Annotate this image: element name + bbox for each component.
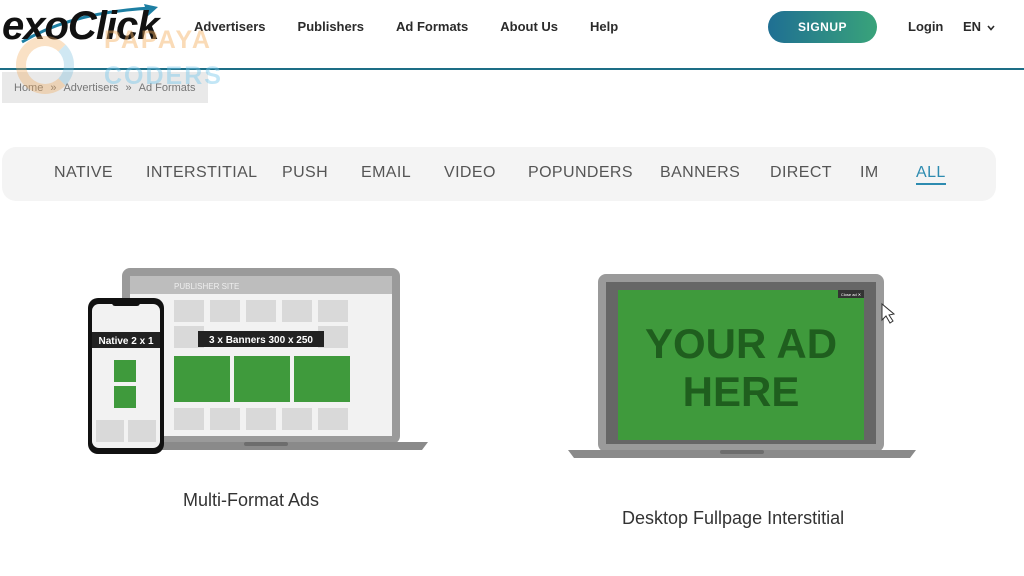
tab-im[interactable]: IM [860, 164, 879, 182]
site-header: exoClick Advertisers Publishers Ad Forma… [0, 0, 1024, 70]
chevron-down-icon [987, 25, 995, 31]
main-nav: Advertisers Publishers Ad Formats About … [194, 19, 650, 34]
tab-interstitial[interactable]: INTERSTITIAL [146, 164, 257, 182]
breadcrumb-advertisers[interactable]: Advertisers [63, 82, 118, 94]
login-link[interactable]: Login [908, 19, 943, 34]
language-label: EN [963, 19, 982, 34]
native-label: Native 2 x 1 [98, 336, 153, 347]
breadcrumb: Home » Advertisers » Ad Formats [2, 72, 208, 103]
breadcrumb-ad-formats: Ad Formats [138, 81, 196, 94]
card-title-multi-format[interactable]: Multi-Format Ads [183, 490, 319, 511]
tab-banners[interactable]: BANNERS [660, 164, 740, 182]
card-title-desktop-interstitial[interactable]: Desktop Fullpage Interstitial [622, 508, 844, 529]
tab-popunders[interactable]: POPUNDERS [528, 164, 633, 182]
nav-help[interactable]: Help [590, 19, 618, 34]
nav-advertisers[interactable]: Advertisers [194, 19, 266, 34]
ad-text-line1: YOUR AD [645, 320, 837, 367]
nav-publishers[interactable]: Publishers [298, 19, 364, 34]
tab-push[interactable]: PUSH [282, 164, 328, 182]
desktop-interstitial-illustration[interactable]: Close ad ✕ YOUR AD HERE [560, 270, 926, 466]
breadcrumb-home[interactable]: Home [14, 82, 43, 94]
tab-all[interactable]: ALL [916, 164, 946, 185]
tab-native[interactable]: NATIVE [54, 164, 113, 182]
multi-format-illustration[interactable]: PUBLISHER SITE 3 x Banners 300 x 250 Nat… [84, 264, 444, 460]
exoclick-logo[interactable]: exoClick [2, 4, 160, 49]
nav-about-us[interactable]: About Us [500, 19, 558, 34]
publisher-site-label: PUBLISHER SITE [174, 282, 239, 291]
banners-label: 3 x Banners 300 x 250 [209, 335, 313, 346]
ad-text-line2: HERE [683, 368, 800, 415]
close-ad-button[interactable]: Close ad ✕ [841, 292, 861, 297]
tab-video[interactable]: VIDEO [444, 164, 496, 182]
signup-button[interactable]: SIGNUP [768, 11, 877, 43]
tab-direct[interactable]: DIRECT [770, 164, 832, 182]
nav-ad-formats[interactable]: Ad Formats [396, 19, 468, 34]
ad-format-tabs: NATIVE INTERSTITIAL PUSH EMAIL VIDEO POP… [2, 147, 996, 201]
breadcrumb-separator: » [50, 81, 57, 94]
tab-email[interactable]: EMAIL [361, 164, 411, 182]
language-selector[interactable]: EN [963, 19, 995, 34]
breadcrumb-separator: » [125, 81, 132, 94]
